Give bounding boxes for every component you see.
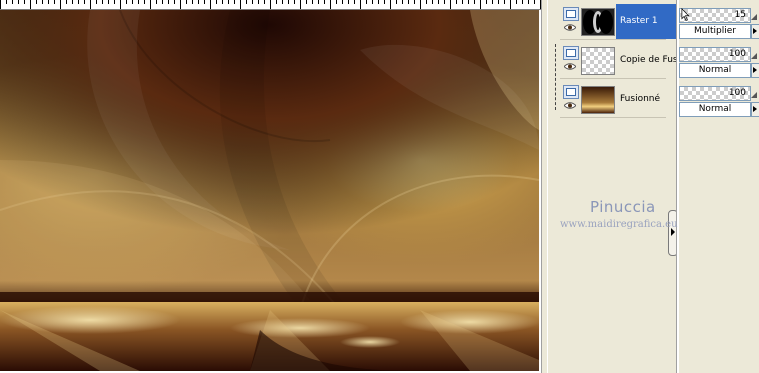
layer-properties-column: 15 Multiplier 100 Normal 100 Normal	[679, 0, 759, 373]
opacity-slider-icon[interactable]	[751, 50, 757, 59]
opacity-value: 100	[728, 88, 746, 98]
watermark-name: Pinuccia	[590, 198, 656, 216]
opacity-value: 15	[734, 10, 746, 20]
layer-toggle-icon[interactable]	[563, 85, 579, 99]
opacity-slider-icon[interactable]	[751, 89, 757, 98]
image-canvas-area[interactable]	[0, 10, 541, 373]
blend-mode-arrow-icon[interactable]	[751, 102, 759, 117]
horizontal-ruler	[0, 0, 541, 10]
layer-row-fusionne[interactable]: Fusionné	[560, 82, 666, 118]
layer-row-raster-1[interactable]: Raster 1	[560, 4, 692, 40]
opacity-value: 100	[728, 49, 746, 59]
eye-icon[interactable]	[564, 102, 576, 109]
blend-mode-select[interactable]: Normal	[679, 63, 751, 78]
layer-toggle-icon[interactable]	[563, 7, 579, 21]
opacity-slider-icon[interactable]	[751, 11, 757, 20]
image-canvas[interactable]	[0, 10, 539, 371]
layer-row-copie-de-fusionne[interactable]: Copie de Fusionné	[560, 43, 692, 79]
layer-thumbnail	[581, 47, 615, 75]
opacity-field[interactable]: 100	[679, 86, 751, 101]
layers-palette: Raster 1 Copie de Fusionné	[547, 0, 692, 373]
watermark-url: www.maidiregrafica.eu	[560, 219, 678, 230]
layer-toggle-icon[interactable]	[563, 46, 579, 60]
layer-thumbnail	[581, 86, 615, 114]
blend-mode-arrow-icon[interactable]	[751, 63, 759, 78]
opacity-field[interactable]: 15	[679, 8, 751, 23]
blend-mode-select[interactable]: Normal	[679, 102, 751, 117]
eye-icon[interactable]	[564, 63, 576, 70]
eye-icon[interactable]	[564, 24, 576, 31]
cursor-icon	[681, 8, 690, 21]
blend-mode-select[interactable]: Multiplier	[679, 24, 751, 39]
opacity-field[interactable]: 100	[679, 47, 751, 62]
layer-thumbnail	[581, 8, 615, 36]
blend-mode-arrow-icon[interactable]	[751, 24, 759, 39]
